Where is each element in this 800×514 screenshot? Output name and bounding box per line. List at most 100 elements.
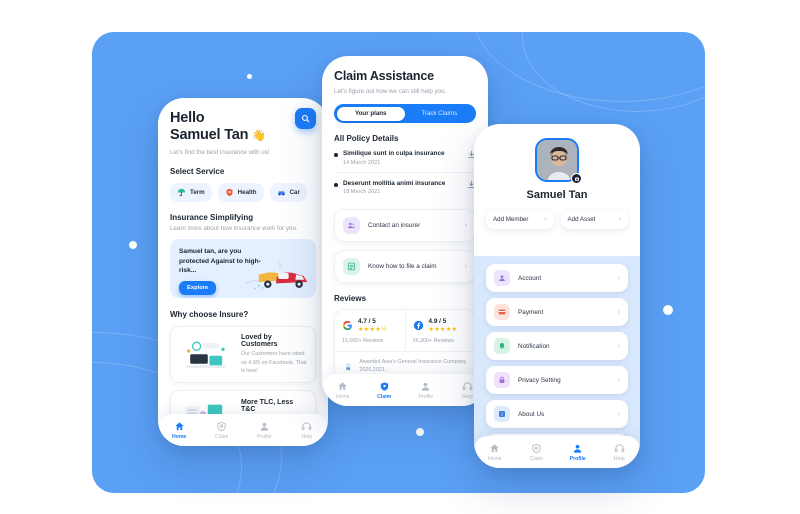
policy-name: Similique sunt in culpa insurance [343,150,445,157]
menu-item-privacy[interactable]: Privacy Setting › [486,366,628,394]
car-icon [277,191,285,196]
shield-heart-icon [226,188,233,197]
menu-label: Payment [518,308,544,316]
why-card-title: More TLC, Less T&C [241,398,294,413]
menu-item-notification[interactable]: Notification › [486,332,628,360]
add-member-label: Add Member [493,216,529,223]
menu-item-about[interactable]: About Us › [486,400,628,428]
policy-name: Deserunt mollitia animi insurance [343,179,446,187]
nav-label: Claim [215,433,229,440]
nav-item-claim[interactable]: Claim [516,443,558,462]
chevron-right-icon: › [617,274,620,282]
review-count: 15,000+ Reviews [342,338,384,344]
payment-card-icon [494,304,510,320]
decorative-dot [129,241,137,249]
profile-header: Samuel Tan Add Member › Add Asset › [474,124,640,229]
policy-row[interactable]: Similique sunt in culpa insurance 14 Mar… [334,143,476,172]
why-card-1[interactable]: Loved by Customers Our Customers have ra… [170,326,316,384]
service-chip-label: Car [289,189,300,197]
bell-icon [494,338,510,354]
explore-button[interactable]: Explore [179,280,217,295]
nav-item-help[interactable]: Help [286,421,329,440]
tab-your-plans[interactable]: Your plans [336,106,405,121]
phone-home-screen: Hello Samuel Tan 👋 Let's find the best i… [158,98,328,446]
review-score: 4.9 / 5 [428,318,447,325]
chevron-right-icon: › [617,376,620,384]
nav-item-home[interactable]: Home [474,443,516,462]
contact-insurer-row[interactable]: Contact an insurer › [334,209,476,242]
review-stars: ★★★★★ [428,327,458,333]
add-asset-label: Add Asset [567,216,596,223]
search-button[interactable] [295,108,316,129]
service-chip-health[interactable]: Health [217,183,264,203]
menu-item-payment[interactable]: Payment › [486,298,628,326]
headset-icon [462,381,473,390]
camera-badge[interactable] [571,173,582,184]
nav-item-claim[interactable]: Claim [364,381,406,400]
bullet-icon [334,182,338,187]
nav-item-home[interactable]: Home [322,381,364,400]
avatar-wrap[interactable] [535,138,582,184]
policy-section-title: All Policy Details [334,134,399,143]
person-icon [574,444,582,453]
reviews-card: 4.7 / 5 ★★★★½ 15,000+ Reviews 4.9 / 5 ★★… [334,309,476,382]
claim-title: Claim Assistance [334,69,434,83]
simplifying-title: Insurance Simplifying [170,213,254,223]
review-count: 16,300+ Reviews [412,338,455,344]
review-score: 4.7 / 5 [358,318,376,325]
bottom-nav-home: Home Claim Profile Help [158,414,328,446]
contacts-icon [343,217,360,234]
screenshot-canvas: Hello Samuel Tan 👋 Let's find the best i… [0,0,800,514]
nav-item-claim[interactable]: Claim [201,421,244,440]
umbrella-icon [177,188,186,197]
why-choose-title: Why choose Insure? [170,310,249,320]
nav-label: Profile [569,455,586,462]
headset-icon [301,421,312,430]
nav-item-home[interactable]: Home [158,421,201,440]
menu-item-account[interactable]: Account › [486,264,628,292]
nav-label: Profile [418,393,434,400]
nav-item-profile[interactable]: Profile [405,381,447,400]
select-service-title: Select Service [170,167,225,177]
nav-label: Help [461,393,473,400]
why-card-title: Loved by Customers [241,334,278,349]
file-claim-row[interactable]: Know how to file a claim › [334,250,476,283]
review-facebook: 4.9 / 5 ★★★★★ 16,300+ Reviews [404,310,476,351]
phone-claim-screen: Claim Assistance Let's figure out how we… [322,56,488,406]
home-icon [175,421,184,430]
chevron-right-icon: › [464,222,467,229]
nav-item-profile[interactable]: Profile [557,443,599,462]
facebook-icon [413,320,423,331]
nav-item-help[interactable]: Help [599,443,641,462]
chevron-right-icon: › [464,263,467,270]
menu-label: Notification [518,342,550,350]
search-icon [301,114,310,123]
bottom-nav-claim: Home Claim Profile Help [322,374,488,406]
decorative-dot [247,74,252,79]
home-subtitle: Let's find the best insurance with us! [170,149,270,157]
policy-date: 18 March 2021 [343,189,381,195]
award-badge-icon [345,362,351,370]
chevron-right-icon: › [617,342,620,350]
promo-banner[interactable]: Samuel tan, are you protected Against to… [170,239,316,299]
decorative-swirl [472,32,705,102]
nav-item-profile[interactable]: Profile [243,421,286,440]
service-chip-term[interactable]: Term [170,183,212,203]
action-label: Contact an insurer [368,222,421,229]
nav-label: Claim [377,393,392,400]
person-icon [260,422,268,431]
headset-icon [614,443,625,452]
policy-date: 14 March 2021 [343,159,381,166]
policy-row[interactable]: Deserunt mollitia animi insurance 18 Mar… [334,173,476,202]
bottom-nav-profile: Home Claim Profile Help [474,436,640,468]
car-crash-illustration [245,259,308,290]
nav-label: Help [301,433,313,440]
add-asset-button[interactable]: Add Asset › [560,210,628,229]
chevron-right-icon: › [544,216,547,223]
wave-emoji-icon: 👋 [252,130,266,143]
tab-track-claims[interactable]: Track Claims [405,107,474,121]
service-chip-car[interactable]: Car [269,183,307,203]
chevron-right-icon: › [617,410,620,418]
profile-name: Samuel Tan [526,189,588,201]
add-member-button[interactable]: Add Member › [486,210,554,229]
